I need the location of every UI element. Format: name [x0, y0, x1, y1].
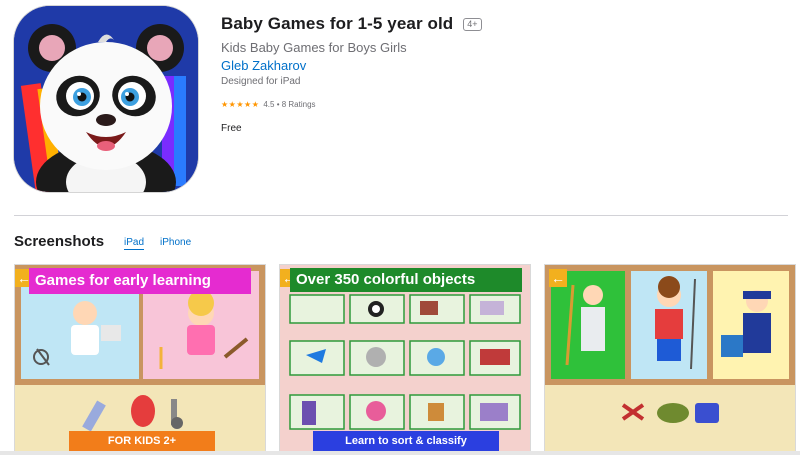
tab-ipad[interactable]: iPad	[124, 237, 145, 250]
screenshot-banner: Over 350 colorful objects	[290, 268, 522, 292]
screenshot-1[interactable]: ← Games for early learning FOR KIDS 2+	[14, 264, 266, 452]
app-subtitle: Kids Baby Games for Boys Girls	[221, 40, 407, 55]
app-title-row: Baby Games for 1-5 year old 4+	[221, 14, 482, 34]
age-rating-badge: 4+	[463, 17, 482, 31]
screenshots-heading: Screenshots	[14, 233, 105, 250]
screenshot-2[interactable]: ← Over 350 colorful objects Learn to sor…	[279, 264, 531, 452]
tab-iphone[interactable]: iPhone	[160, 237, 191, 248]
price-label: Free	[221, 123, 242, 134]
screenshot-footer-banner: FOR KIDS 2+	[69, 431, 215, 451]
app-title: Baby Games for 1-5 year old	[221, 14, 454, 33]
screenshot-footer-banner: Learn to sort & classify	[313, 431, 499, 451]
star-rating-icon: ★★★★★	[221, 100, 260, 109]
screenshot-3[interactable]: ←	[544, 264, 796, 452]
screenshot-banner: Games for early learning	[29, 268, 251, 294]
rating-text: 4.5 • 8 Ratings	[263, 100, 316, 109]
designed-for-label: Designed for iPad	[221, 76, 301, 87]
back-arrow-icon[interactable]: ←	[549, 269, 567, 287]
panda-app-icon	[14, 6, 198, 192]
developer-link[interactable]: Gleb Zakharov	[221, 58, 306, 73]
page-bottom-rule	[0, 451, 800, 455]
section-divider	[14, 215, 788, 216]
rating-row: ★★★★★ 4.5 • 8 Ratings	[221, 100, 316, 109]
